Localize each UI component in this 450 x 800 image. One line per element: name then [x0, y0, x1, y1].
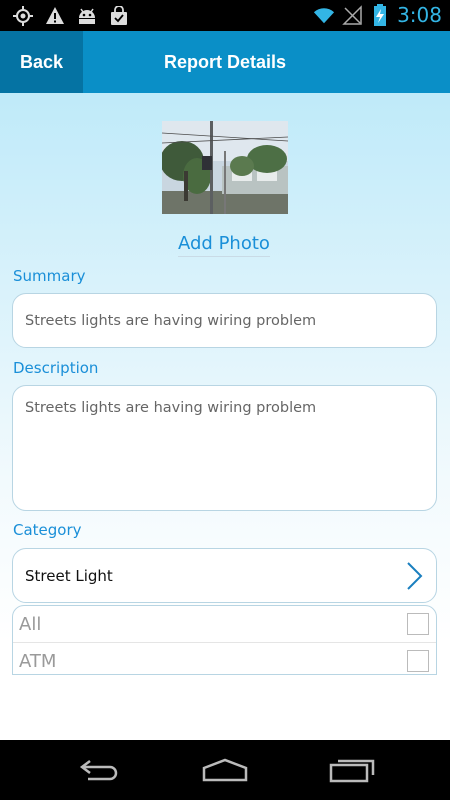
status-icons-left — [12, 5, 130, 27]
nav-back-icon[interactable] — [76, 755, 124, 785]
back-button[interactable]: Back — [0, 31, 83, 93]
description-label: Description — [13, 359, 99, 377]
status-time: 3:08 — [397, 3, 442, 27]
summary-field[interactable]: Streets lights are having wiring problem — [12, 293, 437, 348]
system-nav-bar — [0, 740, 450, 800]
report-form: Add Photo Summary Streets lights are hav… — [0, 93, 450, 740]
status-bar: 3:08 — [0, 0, 450, 31]
category-option[interactable]: All — [13, 606, 436, 643]
category-label: Category — [13, 521, 82, 539]
nav-home-icon[interactable] — [201, 755, 249, 785]
category-option[interactable]: ATM — [13, 643, 436, 674]
warning-icon — [44, 5, 66, 27]
status-icons-right: 3:08 — [313, 3, 442, 27]
page-title: Report Details — [163, 51, 287, 72]
nav-recent-apps-icon[interactable] — [328, 755, 376, 785]
shopping-bag-icon — [108, 5, 130, 27]
description-field[interactable]: Streets lights are having wiring problem — [12, 385, 437, 511]
add-photo-link[interactable]: Add Photo — [178, 233, 270, 257]
category-list: All ATM — [12, 605, 437, 675]
report-photo[interactable] — [162, 121, 288, 214]
category-checkbox[interactable] — [407, 650, 429, 672]
android-icon — [76, 5, 98, 27]
summary-label: Summary — [13, 267, 86, 285]
category-selected-value: Street Light — [25, 566, 113, 585]
signal-icon — [341, 4, 363, 26]
app-header: Back Report Details — [0, 31, 450, 93]
chevron-right-icon — [404, 561, 424, 591]
category-select[interactable]: Street Light — [12, 548, 437, 603]
battery-charging-icon — [369, 4, 391, 26]
category-option-label: All — [19, 613, 42, 635]
wifi-icon — [313, 4, 335, 26]
category-option-label: ATM — [19, 650, 57, 672]
gps-icon — [12, 5, 34, 27]
category-checkbox[interactable] — [407, 613, 429, 635]
